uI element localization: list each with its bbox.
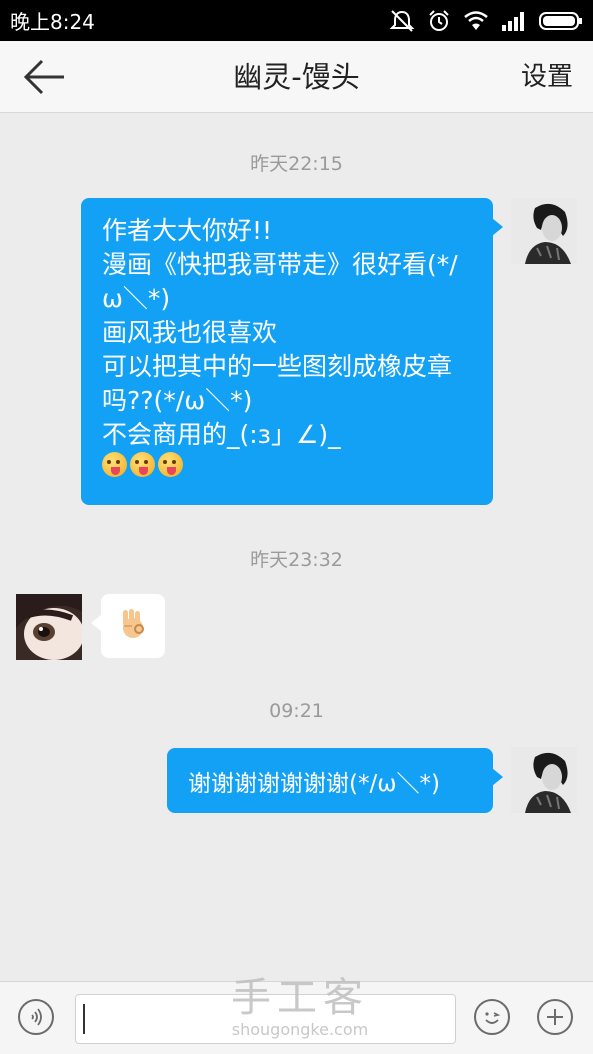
smiley-icon[interactable] bbox=[474, 999, 510, 1035]
wifi-icon bbox=[463, 10, 489, 32]
input-bar bbox=[0, 981, 593, 1054]
my-avatar[interactable] bbox=[511, 198, 577, 264]
plus-icon[interactable] bbox=[537, 999, 573, 1035]
message-line: 谢谢谢谢谢谢谢(*/ω＼*) bbox=[188, 770, 440, 797]
battery-icon bbox=[539, 11, 583, 31]
status-bar: 晚上8:24 bbox=[0, 0, 593, 41]
message-line: 吗??(*/ω＼*) bbox=[102, 386, 253, 415]
message-line: 漫画《快把我哥带走》很好看(*/ bbox=[102, 250, 458, 279]
ok-hand-emoji bbox=[118, 608, 148, 644]
emoji-row bbox=[102, 452, 481, 477]
sent-message-bubble[interactable]: 作者大大你好!! 漫画《快把我哥带走》很好看(*/ ω＼*) 画风我也很喜欢 可… bbox=[81, 198, 503, 505]
message-line: ω＼*) bbox=[102, 284, 171, 313]
tongue-face-emoji bbox=[130, 452, 155, 477]
message-timestamp: 09:21 bbox=[269, 700, 324, 722]
message-line: 作者大大你好!! bbox=[102, 216, 273, 245]
contact-avatar[interactable] bbox=[16, 594, 82, 660]
message-timestamp: 昨天22:15 bbox=[250, 153, 343, 175]
tongue-face-emoji bbox=[102, 452, 127, 477]
my-avatar[interactable] bbox=[511, 747, 577, 813]
message-input[interactable] bbox=[75, 994, 456, 1044]
received-message-bubble[interactable] bbox=[91, 594, 165, 658]
chat-header: 幽灵-馒头 设置 bbox=[0, 41, 593, 113]
mute-icon bbox=[389, 9, 415, 33]
status-icons bbox=[389, 9, 583, 33]
message-line: 可以把其中的一些图刻成橡皮章 bbox=[102, 352, 453, 381]
tongue-face-emoji bbox=[158, 452, 183, 477]
voice-icon[interactable] bbox=[18, 999, 54, 1035]
sent-message-bubble[interactable]: 谢谢谢谢谢谢谢(*/ω＼*) bbox=[167, 748, 503, 813]
chat-area[interactable]: 昨天22:15 作者大大你好!! 漫画《快把我哥带走》很好看(*/ ω＼*) 画… bbox=[0, 113, 593, 981]
signal-icon bbox=[501, 11, 527, 31]
message-line: 画风我也很喜欢 bbox=[102, 318, 278, 347]
text-caret bbox=[83, 1004, 85, 1034]
alarm-icon bbox=[427, 9, 451, 33]
status-time: 晚上8:24 bbox=[10, 10, 95, 34]
message-timestamp: 昨天23:32 bbox=[250, 549, 343, 571]
chat-title: 幽灵-馒头 bbox=[233, 60, 360, 94]
settings-button[interactable]: 设置 bbox=[521, 41, 573, 113]
message-line: 不会商用的_(:з」∠)_ bbox=[102, 420, 341, 449]
